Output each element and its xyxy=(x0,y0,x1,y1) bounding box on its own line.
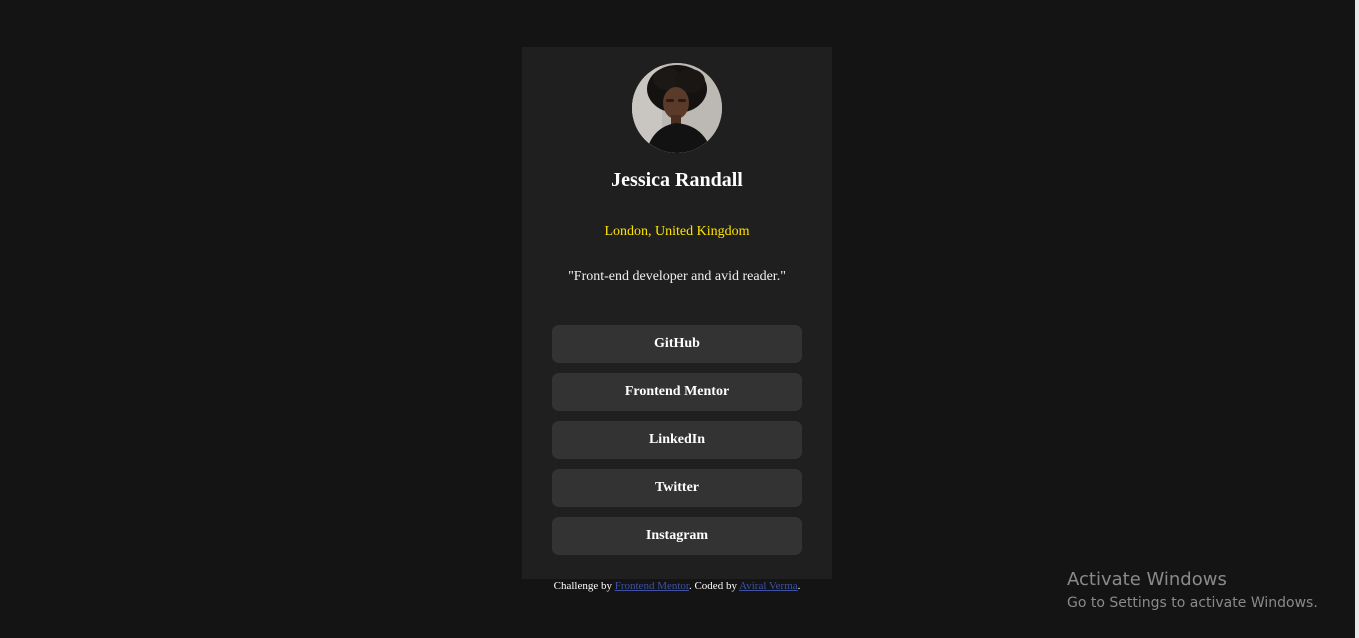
watermark-title: Activate Windows xyxy=(1067,569,1227,590)
frontend-mentor-link-button[interactable]: Frontend Mentor xyxy=(552,373,802,411)
author-link[interactable]: Aviral Verma xyxy=(739,580,798,592)
attribution-prefix: Challenge by xyxy=(553,580,615,592)
attribution-footer: Challenge by Frontend Mentor. Coded by A… xyxy=(522,580,832,592)
window-scrollbar[interactable] xyxy=(1355,0,1359,638)
instagram-link-button[interactable]: Instagram xyxy=(552,517,802,555)
attribution-middle: . Coded by xyxy=(688,580,740,592)
profile-bio: "Front-end developer and avid reader." xyxy=(568,269,786,284)
linkedin-link-button[interactable]: LinkedIn xyxy=(552,421,802,459)
profile-card: Jessica Randall London, United Kingdom "… xyxy=(522,47,832,579)
avatar-image xyxy=(632,63,722,153)
avatar xyxy=(632,63,722,153)
activate-windows-watermark: Activate Windows Go to Settings to activ… xyxy=(1067,569,1318,614)
watermark-subtitle: Go to Settings to activate Windows. xyxy=(1067,595,1318,611)
social-links: GitHub Frontend Mentor LinkedIn Twitter … xyxy=(552,325,802,565)
profile-location: London, United Kingdom xyxy=(604,224,750,239)
github-link-button[interactable]: GitHub xyxy=(552,325,802,363)
attribution-suffix: . xyxy=(797,580,801,592)
challenge-link[interactable]: Frontend Mentor xyxy=(615,580,689,592)
profile-name: Jessica Randall xyxy=(611,169,743,191)
twitter-link-button[interactable]: Twitter xyxy=(552,469,802,507)
page: Jessica Randall London, United Kingdom "… xyxy=(0,0,1359,638)
